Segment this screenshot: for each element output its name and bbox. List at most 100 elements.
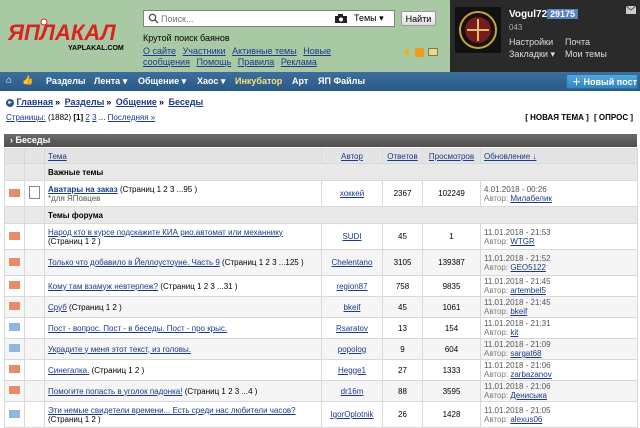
topic-pages[interactable]: (Страниц 1 2 3 ...95 ) bbox=[120, 185, 197, 194]
nav-sections[interactable]: Разделы bbox=[46, 76, 86, 86]
topic-pages[interactable]: (Страниц 1 2 ) bbox=[48, 415, 101, 424]
topic-author[interactable]: Chelentano bbox=[332, 258, 373, 267]
star-icon[interactable]: ★ bbox=[402, 46, 412, 59]
site-logo[interactable]: ЯПЛАКАЛ YAPLAKAL.COM bbox=[6, 10, 131, 54]
topic-pages[interactable]: (Страниц 1 2 ) bbox=[92, 366, 145, 375]
last-post-user[interactable]: WTGR bbox=[510, 237, 534, 246]
link-members[interactable]: Участники bbox=[183, 46, 226, 56]
user-count-badge[interactable]: 29175 bbox=[547, 9, 579, 19]
col-views[interactable]: Просмотров bbox=[422, 148, 481, 164]
nav-files[interactable]: ЯП Файлы bbox=[318, 76, 365, 86]
topic-pages[interactable]: (Страниц 1 2 3 ...125 ) bbox=[222, 258, 304, 267]
link-help[interactable]: Помощь bbox=[196, 57, 231, 67]
topic-pages[interactable]: (Страниц 1 2 3 ...31 ) bbox=[160, 282, 237, 291]
envelope-icon[interactable] bbox=[9, 365, 20, 373]
topic-author[interactable]: bkeif bbox=[344, 303, 361, 312]
topic-link[interactable]: Синегалка. bbox=[48, 366, 89, 375]
page-3-link[interactable]: 3 bbox=[92, 113, 96, 122]
envelope-icon[interactable] bbox=[9, 409, 20, 418]
topic-link[interactable]: Сруб bbox=[48, 303, 67, 312]
link-active-topics[interactable]: Активные темы bbox=[232, 46, 297, 56]
topic-date: 11.01.2018 - 21:45 bbox=[484, 298, 551, 307]
search-input[interactable] bbox=[161, 12, 311, 25]
last-post-user[interactable]: GEO5122 bbox=[510, 263, 546, 272]
envelope-icon[interactable] bbox=[9, 231, 20, 240]
col-replies[interactable]: Ответов bbox=[382, 148, 423, 164]
link-ads[interactable]: Реклама bbox=[281, 57, 317, 67]
nav-communication[interactable]: Общение ▾ bbox=[138, 76, 186, 87]
topic-author[interactable]: Rsaratov bbox=[336, 324, 368, 333]
nav-feed[interactable]: Лента ▾ bbox=[94, 76, 127, 87]
nav-art[interactable]: Арт bbox=[292, 76, 308, 86]
envelope-icon[interactable] bbox=[9, 386, 20, 394]
breadcrumb-home[interactable]: Главная bbox=[17, 97, 54, 107]
topic-link[interactable]: Эти немые свидетели времени... Есть сред… bbox=[48, 406, 296, 415]
link-rules[interactable]: Правила bbox=[238, 57, 275, 67]
user-avatar[interactable] bbox=[455, 7, 501, 53]
last-page-link[interactable]: Последняя » bbox=[108, 113, 156, 122]
last-post-user[interactable]: Милабелик bbox=[510, 194, 552, 203]
home-icon[interactable]: ⌂ bbox=[6, 75, 12, 86]
tagline-link[interactable]: Крутой поиск баянов bbox=[143, 33, 230, 43]
thumb-icon[interactable]: 👍 bbox=[22, 75, 33, 86]
envelope-icon[interactable] bbox=[9, 344, 20, 352]
col-updated[interactable]: Обновление ↓ bbox=[480, 148, 638, 164]
topic-author[interactable]: SUDI bbox=[342, 232, 361, 241]
breadcrumb-sections[interactable]: Разделы bbox=[65, 97, 105, 107]
user-mail-link[interactable]: Почта bbox=[565, 37, 590, 47]
envelope-icon[interactable] bbox=[9, 302, 20, 310]
envelope-icon[interactable] bbox=[9, 188, 20, 197]
last-post-user[interactable]: alexus06 bbox=[510, 415, 542, 424]
table-header: Тема Автор Ответов Просмотров Обновление… bbox=[4, 148, 638, 164]
last-post-user[interactable]: zarbazanov bbox=[510, 370, 551, 379]
topic-author[interactable]: dr16m bbox=[341, 387, 364, 396]
breadcrumb-talks[interactable]: Беседы bbox=[168, 97, 203, 107]
new-topic-button[interactable]: [ НОВАЯ ТЕМА ] bbox=[525, 113, 589, 122]
user-bookmarks-link[interactable]: Закладки ▾ bbox=[509, 49, 555, 60]
nav-chaos[interactable]: Хаос ▾ bbox=[197, 76, 225, 87]
topic-author[interactable]: IgorOplotnik bbox=[330, 410, 373, 419]
search-button[interactable]: Найти bbox=[401, 11, 436, 26]
rss-icon[interactable] bbox=[415, 48, 424, 57]
user-name[interactable]: Vogul72 bbox=[509, 9, 547, 20]
topic-link[interactable]: Аватары на заказ bbox=[48, 185, 118, 194]
page-2-link[interactable]: 2 bbox=[85, 113, 89, 122]
poll-button[interactable]: [ ОПРОС ] bbox=[594, 113, 633, 122]
new-post-button[interactable]: ＋ Новый пост bbox=[566, 74, 638, 89]
topic-pages[interactable]: (Страниц 1 2 ) bbox=[69, 303, 122, 312]
breadcrumb-communication[interactable]: Общение bbox=[116, 97, 157, 107]
topic-author[interactable]: region87 bbox=[336, 282, 367, 291]
last-post-user[interactable]: Денисыка bbox=[510, 391, 547, 400]
topic-author[interactable]: popolog bbox=[338, 345, 366, 354]
topic-link[interactable]: Народ кто в курсе подскажите КИА рио.авт… bbox=[48, 228, 283, 237]
col-author[interactable]: Автор bbox=[321, 148, 383, 164]
envelope-icon[interactable] bbox=[9, 323, 20, 331]
last-post-user[interactable]: artembel5 bbox=[510, 286, 546, 295]
search-scope-select[interactable]: Темы ▾ bbox=[354, 13, 384, 24]
camera-icon[interactable] bbox=[335, 14, 347, 23]
envelope-icon[interactable] bbox=[9, 257, 20, 266]
topic-pages[interactable]: (Страниц 1 2 3 ...4 ) bbox=[185, 387, 258, 396]
link-about[interactable]: О сайте bbox=[143, 46, 176, 56]
last-post-user[interactable]: bkeif bbox=[510, 307, 527, 316]
envelope-icon[interactable] bbox=[428, 48, 438, 56]
topic-pages[interactable]: (Страниц 1 2 ) bbox=[48, 237, 101, 246]
topic-author[interactable]: хоккей bbox=[340, 189, 364, 198]
col-topic[interactable]: Тема bbox=[44, 148, 322, 164]
user-my-topics-link[interactable]: Мои темы bbox=[565, 49, 607, 59]
nav-incubator[interactable]: Инкубатор bbox=[235, 76, 282, 86]
last-post-user[interactable]: kit bbox=[510, 328, 518, 337]
last-post-label: Автор: bbox=[484, 262, 509, 272]
pagination-label[interactable]: Страницы: bbox=[6, 113, 46, 122]
topic-link[interactable]: Украдите у меня этот текст, из головы. bbox=[48, 345, 191, 354]
envelope-icon[interactable] bbox=[9, 281, 20, 289]
user-number: 043 bbox=[509, 23, 523, 32]
topic-link[interactable]: Только что добавило в Йеллоустоуне. Част… bbox=[48, 258, 220, 267]
topic-link[interactable]: Кому там взамуж невтерпеж? bbox=[48, 282, 158, 291]
topic-link[interactable]: Помогите попасть в уголок падонка! bbox=[48, 387, 182, 396]
topic-link[interactable]: Пост - вопрос. Пост - в беседы. Пост - п… bbox=[48, 324, 227, 333]
topic-author[interactable]: Hegge1 bbox=[338, 366, 366, 375]
mail-icon[interactable] bbox=[626, 6, 636, 14]
last-post-user[interactable]: sargat68 bbox=[510, 349, 541, 358]
user-settings-link[interactable]: Настройки bbox=[509, 37, 553, 47]
